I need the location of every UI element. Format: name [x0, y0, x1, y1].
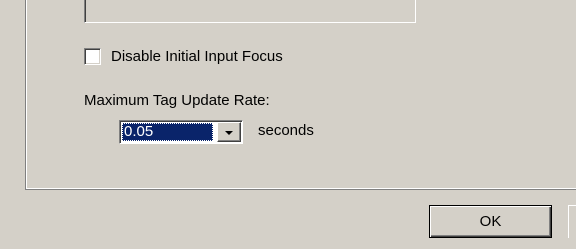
- ok-button[interactable]: OK: [429, 205, 552, 238]
- disable-initial-input-focus-label: Disable Initial Input Focus: [111, 47, 283, 65]
- dialog-window: Disable Initial Input Focus Maximum Tag …: [0, 0, 576, 249]
- tag-update-rate-combobox[interactable]: 0.05: [119, 120, 243, 144]
- chevron-down-icon: [225, 130, 233, 135]
- next-button-partial[interactable]: [568, 205, 576, 238]
- disable-initial-input-focus-option[interactable]: Disable Initial Input Focus: [84, 46, 283, 66]
- maximum-tag-update-rate-label: Maximum Tag Update Rate:: [84, 92, 270, 109]
- seconds-unit-label: seconds: [258, 122, 314, 139]
- dropdown-button[interactable]: [217, 122, 241, 142]
- disable-initial-input-focus-checkbox[interactable]: [84, 47, 101, 65]
- tag-update-rate-value[interactable]: 0.05: [122, 123, 213, 141]
- text-area-partial[interactable]: [84, 0, 416, 23]
